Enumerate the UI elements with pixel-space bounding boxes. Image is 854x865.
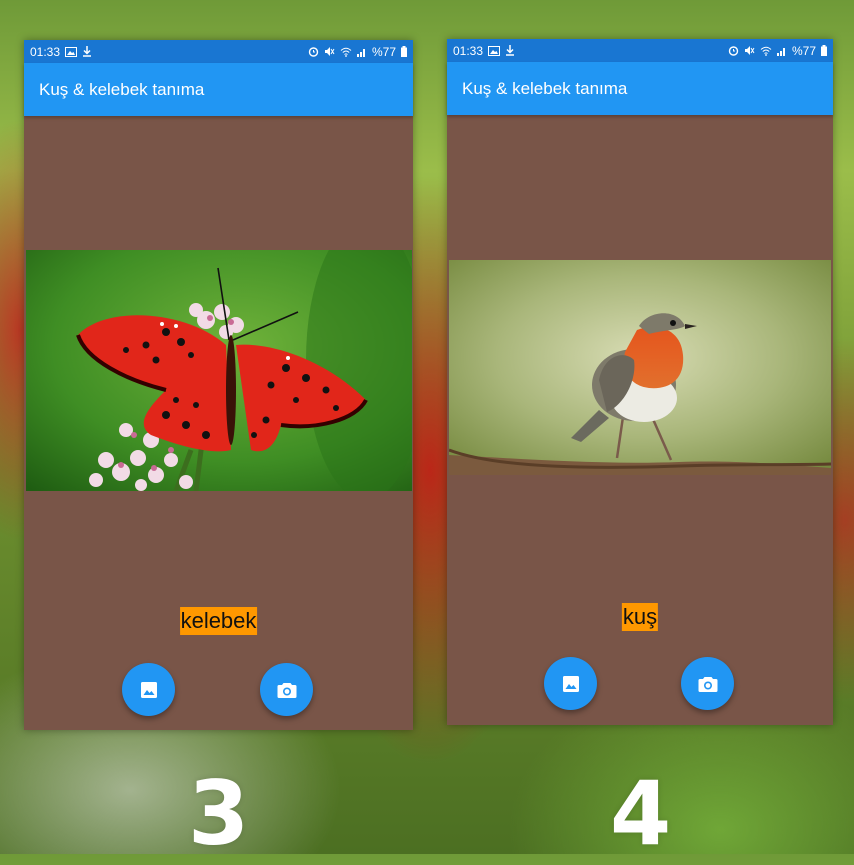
alarm-icon — [308, 46, 319, 57]
step-number: 3 — [188, 762, 250, 865]
signal-icon — [356, 47, 367, 57]
battery-percent: %77 — [791, 43, 816, 58]
wifi-icon — [340, 47, 352, 57]
image-icon — [140, 681, 158, 699]
butterfly-image — [26, 250, 412, 491]
status-time: 01:33 — [30, 44, 61, 59]
battery-icon — [821, 45, 827, 56]
camera-icon — [277, 681, 297, 699]
prediction-label: kuş — [621, 603, 659, 631]
app-bar: Kuş & kelebek tanıma — [447, 62, 833, 115]
app-title: Kuş & kelebek tanıma — [462, 78, 628, 98]
alarm-icon — [728, 45, 739, 56]
app-bar: Kuş & kelebek tanıma — [24, 63, 413, 116]
app-title: Kuş & kelebek tanıma — [39, 79, 205, 99]
signal-icon — [776, 46, 787, 56]
status-bar: 01:33 %77 — [447, 39, 833, 62]
battery-icon — [401, 46, 407, 57]
status-time: 01:33 — [453, 43, 484, 58]
camera-icon — [698, 675, 718, 693]
phone-screen-bird: 01:33 %77 Kuş & kelebek tanıma kuş — [447, 39, 833, 725]
gallery-button[interactable] — [544, 657, 597, 710]
mute-icon — [744, 45, 755, 56]
camera-button[interactable] — [681, 657, 734, 710]
bird-image — [449, 260, 831, 475]
mute-icon — [324, 46, 335, 57]
selected-photo — [449, 260, 831, 475]
phone-screen-butterfly: 01:33 %77 Kuş & kelebek tanıma kelebek — [24, 40, 413, 730]
image-icon — [65, 46, 78, 57]
wifi-icon — [760, 46, 772, 56]
battery-percent: %77 — [371, 44, 396, 59]
camera-button[interactable] — [260, 663, 313, 716]
step-number: 4 — [610, 762, 672, 865]
download-icon — [505, 45, 515, 56]
image-icon — [562, 675, 580, 693]
download-icon — [82, 46, 92, 57]
selected-photo — [26, 250, 412, 491]
image-icon — [488, 45, 501, 56]
status-bar: 01:33 %77 — [24, 40, 413, 63]
prediction-label: kelebek — [179, 607, 258, 635]
gallery-button[interactable] — [122, 663, 175, 716]
